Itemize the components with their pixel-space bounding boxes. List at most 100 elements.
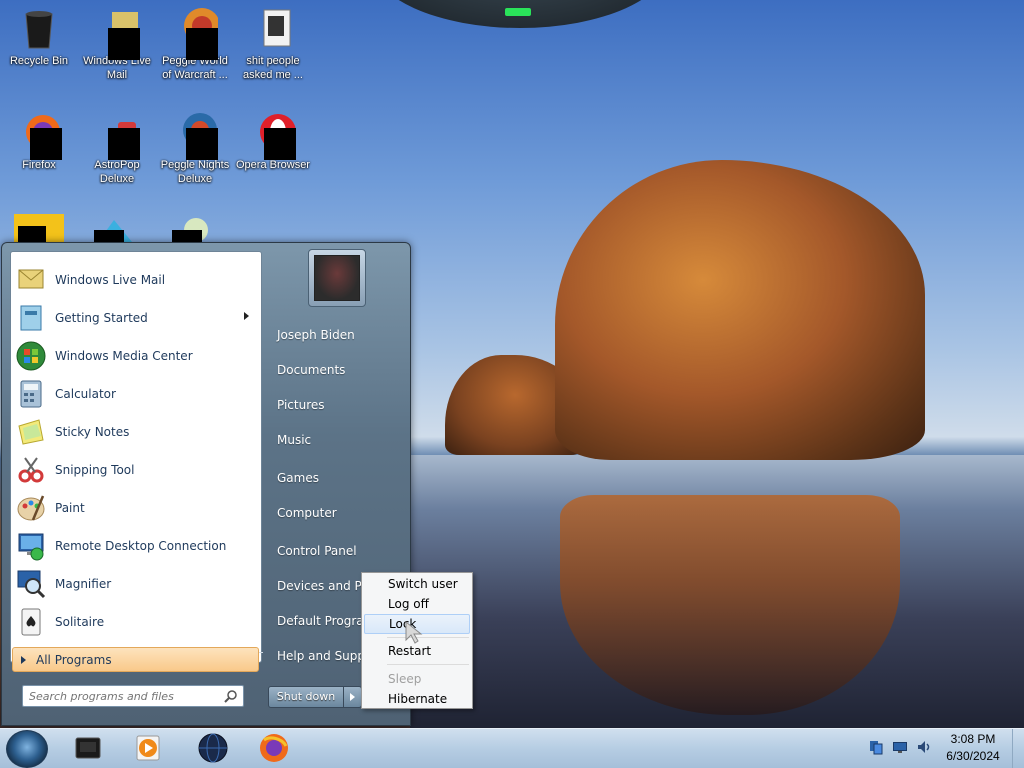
start-search-box[interactable] (22, 685, 244, 707)
all-programs-label: All Programs (36, 652, 112, 667)
start-right-games[interactable]: Games (270, 463, 410, 493)
start-item-getting-started[interactable]: Getting Started (13, 300, 259, 336)
globe-icon (198, 733, 228, 763)
desktop-icon-label: Opera Browser (236, 159, 310, 171)
menu-item-sleep: Sleep (388, 672, 422, 686)
wallpaper-haystack-rock (555, 160, 925, 460)
calculator-icon (15, 378, 47, 410)
windows-live-mail-icon (15, 264, 47, 296)
desktop-icon-label: Recycle Bin (9, 55, 69, 67)
remote-desktop-icon (15, 530, 47, 562)
start-item-paint[interactable]: Paint (13, 490, 259, 526)
start-item-label: Windows Live Mail (55, 273, 166, 287)
submenu-arrow-icon (244, 312, 249, 320)
start-menu-programs-pane: Windows Live Mail Getting Started Window… (10, 251, 263, 663)
user-avatar[interactable] (308, 249, 366, 307)
start-right-user-folder[interactable]: Joseph Biden (270, 320, 410, 350)
media-center-icon (15, 340, 47, 372)
menu-item-hibernate[interactable]: Hibernate (364, 689, 470, 709)
desktop-icon-firefox[interactable]: Firefox (0, 110, 78, 172)
text-file-icon (250, 6, 296, 52)
all-programs-arrow-icon (21, 655, 26, 664)
desktop-icon-partial[interactable] (92, 218, 136, 242)
taskbar-browser[interactable] (193, 732, 233, 764)
network-icon[interactable] (868, 739, 884, 755)
peggle-nights-icon (172, 110, 218, 160)
start-right-computer[interactable]: Computer (270, 498, 410, 528)
astropop-icon (94, 110, 140, 160)
start-right-music[interactable]: Music (270, 425, 410, 455)
taskbar-clock[interactable]: 3:08 PM 6/30/2024 (938, 731, 1008, 765)
start-item-sticky-notes[interactable]: Sticky Notes (13, 414, 259, 450)
start-item-snipping-tool[interactable]: Snipping Tool (13, 452, 259, 488)
start-item-label: Getting Started (55, 311, 148, 325)
desktop-app-icon (75, 737, 101, 759)
desktop-icon-label: AstroPop Deluxe (94, 159, 140, 185)
recycle-bin-icon (16, 6, 62, 52)
shutdown-options-arrow[interactable] (343, 686, 362, 708)
search-icon[interactable] (224, 689, 238, 703)
peggle-wow-icon (172, 6, 220, 60)
mouse-cursor-icon (405, 620, 423, 644)
start-orb-button[interactable] (6, 730, 48, 768)
start-item-calculator[interactable]: Calculator (13, 376, 259, 412)
start-right-pictures[interactable]: Pictures (270, 390, 410, 420)
desktop-icon-peggle-wow[interactable]: Peggle World of Warcraft ... (156, 6, 234, 82)
desktop-icon-opera[interactable]: Opera Browser (234, 110, 312, 172)
start-item-remote-desktop[interactable]: Remote Desktop Connection (13, 528, 259, 564)
search-input[interactable] (23, 686, 218, 706)
desktop-icon-astropop[interactable]: AstroPop Deluxe (78, 110, 156, 186)
desktop-icon-text-file[interactable]: shit people asked me ... (234, 6, 312, 82)
all-programs-button[interactable]: All Programs (12, 647, 259, 672)
volume-icon[interactable] (916, 739, 932, 755)
paint-icon (15, 492, 47, 524)
solitaire-icon (15, 606, 47, 638)
start-right-control-panel[interactable]: Control Panel (270, 536, 410, 566)
taskbar-media-player[interactable] (128, 732, 168, 764)
start-right-documents[interactable]: Documents (270, 355, 410, 385)
desktop-icon-partial[interactable] (14, 214, 64, 242)
desktop-icon-partial[interactable] (170, 216, 218, 242)
start-item-windows-media-center[interactable]: Windows Media Center (13, 338, 259, 374)
start-item-label: Paint (55, 501, 85, 515)
desktop-icon-peggle-nights[interactable]: Peggle Nights Deluxe (156, 110, 234, 186)
menu-separator (387, 637, 469, 638)
windows-live-mail-icon (94, 6, 140, 60)
magnifier-icon (15, 568, 47, 600)
clock-time: 3:08 PM (950, 732, 996, 746)
menu-item-log-off[interactable]: Log off (364, 594, 470, 614)
desktop-icon-label: Firefox (22, 159, 56, 171)
menu-separator (387, 664, 469, 665)
firefox-icon (16, 110, 62, 160)
desktop-icon-recycle-bin[interactable]: Recycle Bin (0, 6, 78, 68)
snipping-tool-icon (15, 454, 47, 486)
start-item-magnifier[interactable]: Magnifier (13, 566, 259, 602)
clock-date: 6/30/2024 (946, 749, 1000, 763)
start-item-label: Solitaire (55, 615, 105, 629)
taskbar-pinned-app[interactable] (68, 732, 108, 764)
sticky-notes-icon (15, 416, 47, 448)
media-player-icon (136, 735, 160, 761)
gadget-indicator-icon (505, 8, 531, 16)
start-item-label: Sticky Notes (55, 425, 130, 439)
start-item-label: Snipping Tool (55, 463, 135, 477)
desktop-icon-label: shit people asked me ... (243, 55, 303, 81)
taskbar-firefox[interactable] (254, 732, 294, 764)
start-item-windows-live-mail[interactable]: Windows Live Mail (13, 262, 259, 298)
start-item-solitaire[interactable]: Solitaire (13, 604, 259, 640)
start-item-label: Magnifier (55, 577, 112, 591)
show-desktop-button[interactable] (1012, 729, 1024, 768)
start-item-label: Windows Media Center (55, 349, 193, 363)
monitor-icon[interactable] (892, 739, 908, 755)
start-menu: Windows Live Mail Getting Started Window… (1, 242, 411, 726)
desktop-gadget[interactable] (370, 0, 670, 28)
start-item-label: Calculator (55, 387, 116, 401)
desktop-icon-label: Peggle Nights Deluxe (160, 159, 230, 185)
firefox-icon (260, 734, 288, 762)
start-item-label: Remote Desktop Connection (55, 539, 227, 553)
opera-icon (250, 110, 296, 160)
shutdown-button[interactable]: Shut down (268, 686, 344, 708)
menu-item-switch-user[interactable]: Switch user (364, 574, 470, 594)
getting-started-icon (15, 302, 47, 334)
desktop-icon-windows-live-mail[interactable]: Windows Live Mail (78, 6, 156, 82)
